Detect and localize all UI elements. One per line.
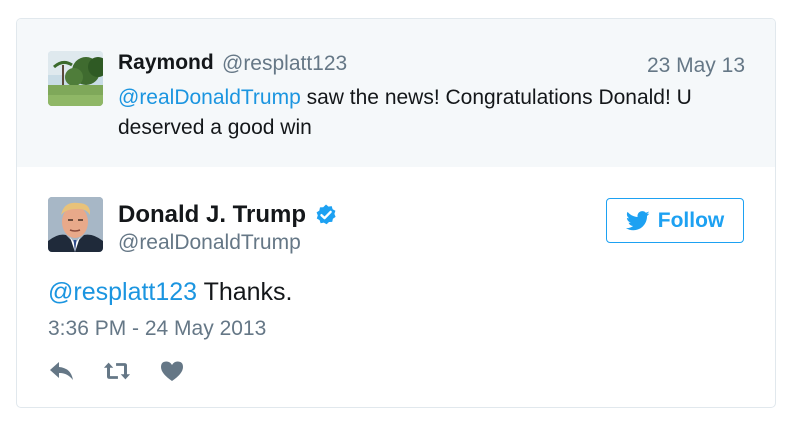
- like-button[interactable]: [158, 359, 186, 383]
- parent-author-name[interactable]: Raymond: [118, 51, 214, 75]
- main-avatar[interactable]: [48, 197, 103, 252]
- main-author-handle[interactable]: @realDonaldTrump: [118, 231, 301, 255]
- tweet-actions: [48, 359, 213, 383]
- main-author-name[interactable]: Donald J. Trump: [118, 201, 338, 229]
- main-mention-link[interactable]: @resplatt123: [48, 278, 197, 306]
- portrait-avatar-icon: [48, 197, 103, 252]
- main-tweet-text: @resplatt123 Thanks.: [48, 278, 293, 307]
- tweet-timestamp[interactable]: 3:36 PM - 24 May 2013: [48, 317, 266, 341]
- retweet-icon: [103, 362, 131, 380]
- landscape-avatar-icon: [48, 51, 103, 106]
- follow-button[interactable]: Follow: [606, 198, 744, 243]
- parent-tweet-date[interactable]: 23 May 13: [647, 54, 745, 78]
- parent-tweet[interactable]: Raymond @resplatt123 23 May 13 @realDona…: [17, 19, 775, 167]
- parent-tweet-text: @realDonaldTrump saw the news! Congratul…: [118, 83, 728, 143]
- heart-icon: [161, 361, 183, 381]
- retweet-button[interactable]: [103, 359, 131, 383]
- reply-button[interactable]: [48, 359, 76, 383]
- main-author-name-text[interactable]: Donald J. Trump: [118, 201, 306, 229]
- twitter-bird-icon: [625, 210, 650, 230]
- verified-badge-icon: [314, 203, 338, 227]
- parent-avatar[interactable]: [48, 51, 103, 106]
- follow-button-label: Follow: [657, 208, 725, 232]
- parent-mention-link[interactable]: @realDonaldTrump: [118, 86, 301, 109]
- parent-author-handle[interactable]: @resplatt123: [222, 52, 347, 76]
- reply-icon: [50, 362, 73, 380]
- main-tweet-body: Thanks.: [197, 278, 293, 306]
- embedded-tweet-card: Raymond @resplatt123 23 May 13 @realDona…: [16, 18, 776, 408]
